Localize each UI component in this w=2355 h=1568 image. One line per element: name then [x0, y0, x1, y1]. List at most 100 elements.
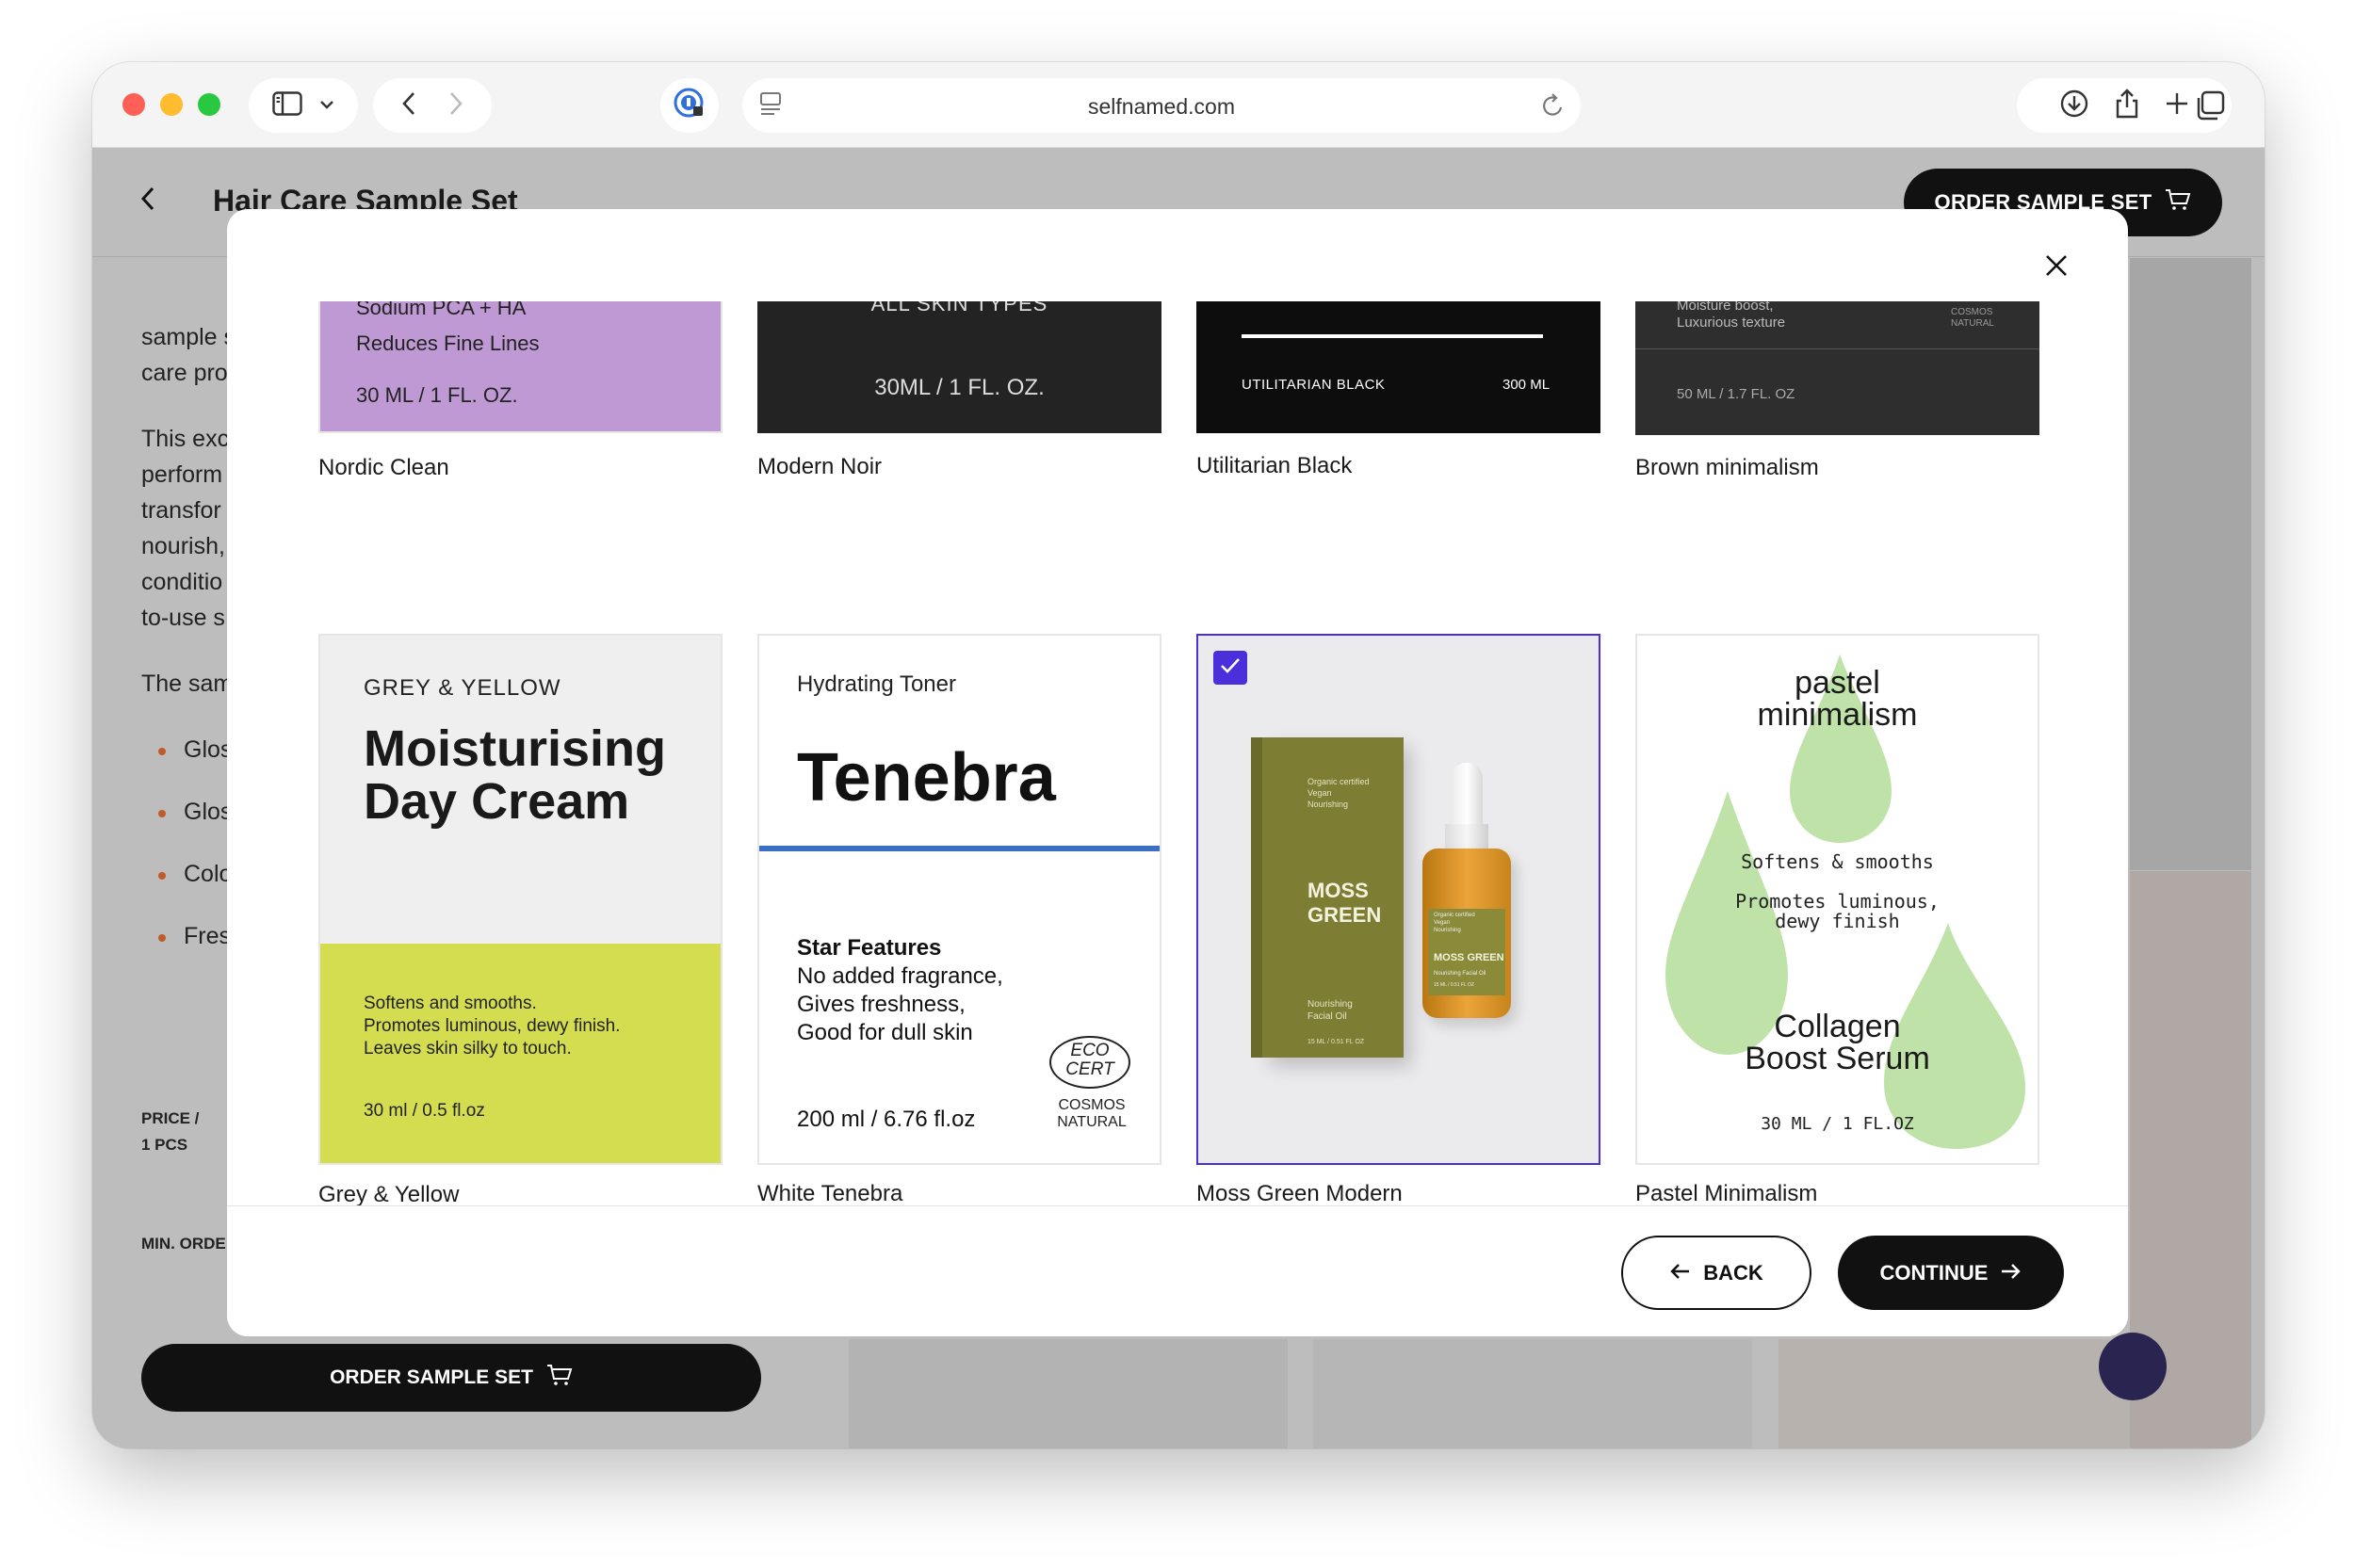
bullet-text: Fres	[184, 923, 231, 949]
label-title: minimalism	[1757, 697, 1918, 733]
design-card-pastel-minimalism[interactable]: pastel minimalism Softens & smooths Prom…	[1635, 634, 2039, 1165]
label-text: Sodium PCA + HA	[356, 301, 527, 319]
label-text: Softens and smooths.	[364, 994, 537, 1013]
gallery-image	[1313, 1339, 1752, 1448]
bottle: Organic certified Vegan Nourishing MOSS …	[1422, 849, 1511, 1018]
design-grid: Sodium PCA + HA Reduces Fine Lines 30 ML…	[227, 301, 2128, 1205]
label-text: No added fragrance,	[797, 963, 1003, 989]
design-name: Pastel Minimalism	[1635, 1181, 1818, 1205]
bottle-label: Organic certified Vegan Nourishing MOSS …	[1428, 909, 1505, 995]
label-text: UTILITARIAN BLACK	[1242, 377, 1386, 393]
description-line: sample s	[141, 324, 236, 350]
gallery-image	[849, 1339, 1288, 1448]
bullet-text: Colo	[184, 861, 233, 887]
label-design-modal: Sodium PCA + HA Reduces Fine Lines 30 ML…	[227, 209, 2128, 1336]
label-text: Luxurious texture	[1677, 315, 1786, 331]
design-card-utilitarian-black[interactable]: UTILITARIAN BLACK 300 ML	[1196, 301, 1600, 433]
continue-button[interactable]: CONTINUE	[1838, 1236, 2064, 1310]
modal-footer: BACK CONTINUE	[227, 1205, 2128, 1336]
label-brand: COSMOS	[1951, 307, 1993, 317]
min-order-label: MIN. ORDE	[141, 1235, 226, 1253]
description-line: transfor	[141, 497, 221, 524]
description-line: The sam	[141, 671, 234, 697]
cart-icon	[546, 1364, 573, 1392]
design-card-moss-green-modern[interactable]: Organic certified Vegan Nourishing MOSS …	[1196, 634, 1600, 1165]
order-sample-set-bottom-button[interactable]: ORDER SAMPLE SET	[141, 1344, 761, 1412]
label-size: 200 ml / 6.76 fl.oz	[797, 1107, 976, 1132]
product-box: Organic certified Vegan Nourishing MOSS …	[1251, 737, 1404, 1058]
label-text: Leaves skin silky to touch.	[364, 1039, 572, 1059]
browser-window: selfnamed.com Hair Care Sample Set ORDER…	[92, 62, 2265, 1448]
design-card-white-tenebra[interactable]: Hydrating Toner Tenebra Star Features No…	[757, 634, 1161, 1165]
sidebar-toggle-button[interactable]	[249, 78, 358, 133]
price-unit-label: 1 PCS	[141, 1136, 188, 1154]
order-button-label: ORDER SAMPLE SET	[330, 1366, 533, 1388]
design-card-nordic-clean[interactable]: Sodium PCA + HA Reduces Fine Lines 30 ML…	[318, 301, 723, 433]
sidebar-icon	[272, 90, 302, 121]
design-card-grey-yellow[interactable]: GREY & YELLOW Moisturising Day Cream Sof…	[318, 634, 723, 1165]
label-product: Boost Serum	[1745, 1041, 1930, 1076]
plus-icon[interactable]	[2165, 91, 2189, 121]
password-extension-button[interactable]	[660, 78, 719, 133]
close-modal-button[interactable]	[2036, 247, 2077, 288]
address-bar[interactable]: selfnamed.com	[742, 78, 1581, 133]
description-line: care pro	[141, 360, 228, 386]
arrow-right-icon	[2001, 1261, 2022, 1285]
chevron-right-icon[interactable]	[448, 91, 463, 121]
chevron-left-icon[interactable]	[401, 91, 416, 121]
back-button[interactable]: BACK	[1621, 1236, 1811, 1310]
label-title: pastel	[1795, 665, 1880, 701]
gallery-image	[2130, 258, 2251, 870]
label-brand: NATURAL	[1951, 318, 1994, 329]
download-icon[interactable]	[2059, 89, 2089, 123]
bullet	[158, 748, 166, 755]
label-size: 300 ML	[1502, 377, 1551, 393]
ecocert-text: NATURAL	[1057, 1114, 1127, 1130]
design-name: Utilitarian Black	[1196, 453, 1353, 478]
design-name: White Tenebra	[757, 1181, 903, 1205]
design-name: Modern Noir	[757, 454, 883, 479]
bullet-text: Glos	[184, 799, 233, 825]
design-card-modern-noir[interactable]: ALL SKIN TYPES 30ML / 1 FL. OZ.	[757, 301, 1161, 433]
selected-checkbox[interactable]	[1213, 651, 1247, 685]
label-rule	[1242, 334, 1543, 338]
cart-icon	[2165, 188, 2191, 217]
password-key-icon	[673, 87, 706, 125]
history-nav	[373, 78, 492, 133]
share-icon[interactable]	[2114, 88, 2140, 124]
description-line: nourish,	[141, 533, 225, 559]
zoom-window-button[interactable]	[198, 93, 220, 116]
chat-button[interactable]	[2099, 1333, 2167, 1400]
reload-icon[interactable]	[1541, 92, 1566, 119]
label-text: Moisture boost,	[1677, 301, 1774, 314]
label-kicker: Hydrating Toner	[797, 671, 956, 697]
label-size: 50 ML / 1.7 FL. OZ	[1677, 386, 1795, 402]
back-button-label: BACK	[1703, 1260, 1763, 1285]
label-text: Softens & smooths	[1741, 850, 1934, 873]
design-name: Brown minimalism	[1635, 455, 1819, 480]
dropper-collar	[1445, 824, 1488, 849]
label-kicker: GREY & YELLOW	[364, 675, 561, 701]
design-name: Moss Green Modern	[1196, 1181, 1403, 1205]
label-text: Promotes luminous, dewy finish.	[364, 1016, 621, 1036]
bullet-text: Glos	[184, 736, 233, 763]
bullet	[158, 934, 166, 942]
url-text: selfnamed.com	[1088, 94, 1235, 119]
ecocert-seal: ECO CERT	[1049, 1036, 1130, 1089]
description-line: conditio	[141, 569, 223, 595]
design-name: Grey & Yellow	[318, 1182, 460, 1205]
minimize-window-button[interactable]	[160, 93, 183, 116]
label-product: Collagen	[1774, 1009, 1901, 1044]
design-card-brown-minimalism[interactable]: Moisture boost, Luxurious texture COSMOS…	[1635, 301, 2039, 435]
label-text: Gives freshness,	[797, 992, 966, 1017]
tabs-icon[interactable]	[2195, 90, 2225, 121]
chevron-down-icon	[319, 97, 334, 114]
gallery-image	[1778, 1339, 2130, 1448]
box-side	[1251, 737, 1262, 1058]
chevron-left-icon[interactable]	[139, 186, 156, 217]
label-title: Moisturising	[364, 720, 666, 777]
label-title: Day Cream	[364, 773, 630, 830]
bullet	[158, 872, 166, 880]
price-label: PRICE /	[141, 1109, 200, 1127]
close-window-button[interactable]	[122, 93, 145, 116]
